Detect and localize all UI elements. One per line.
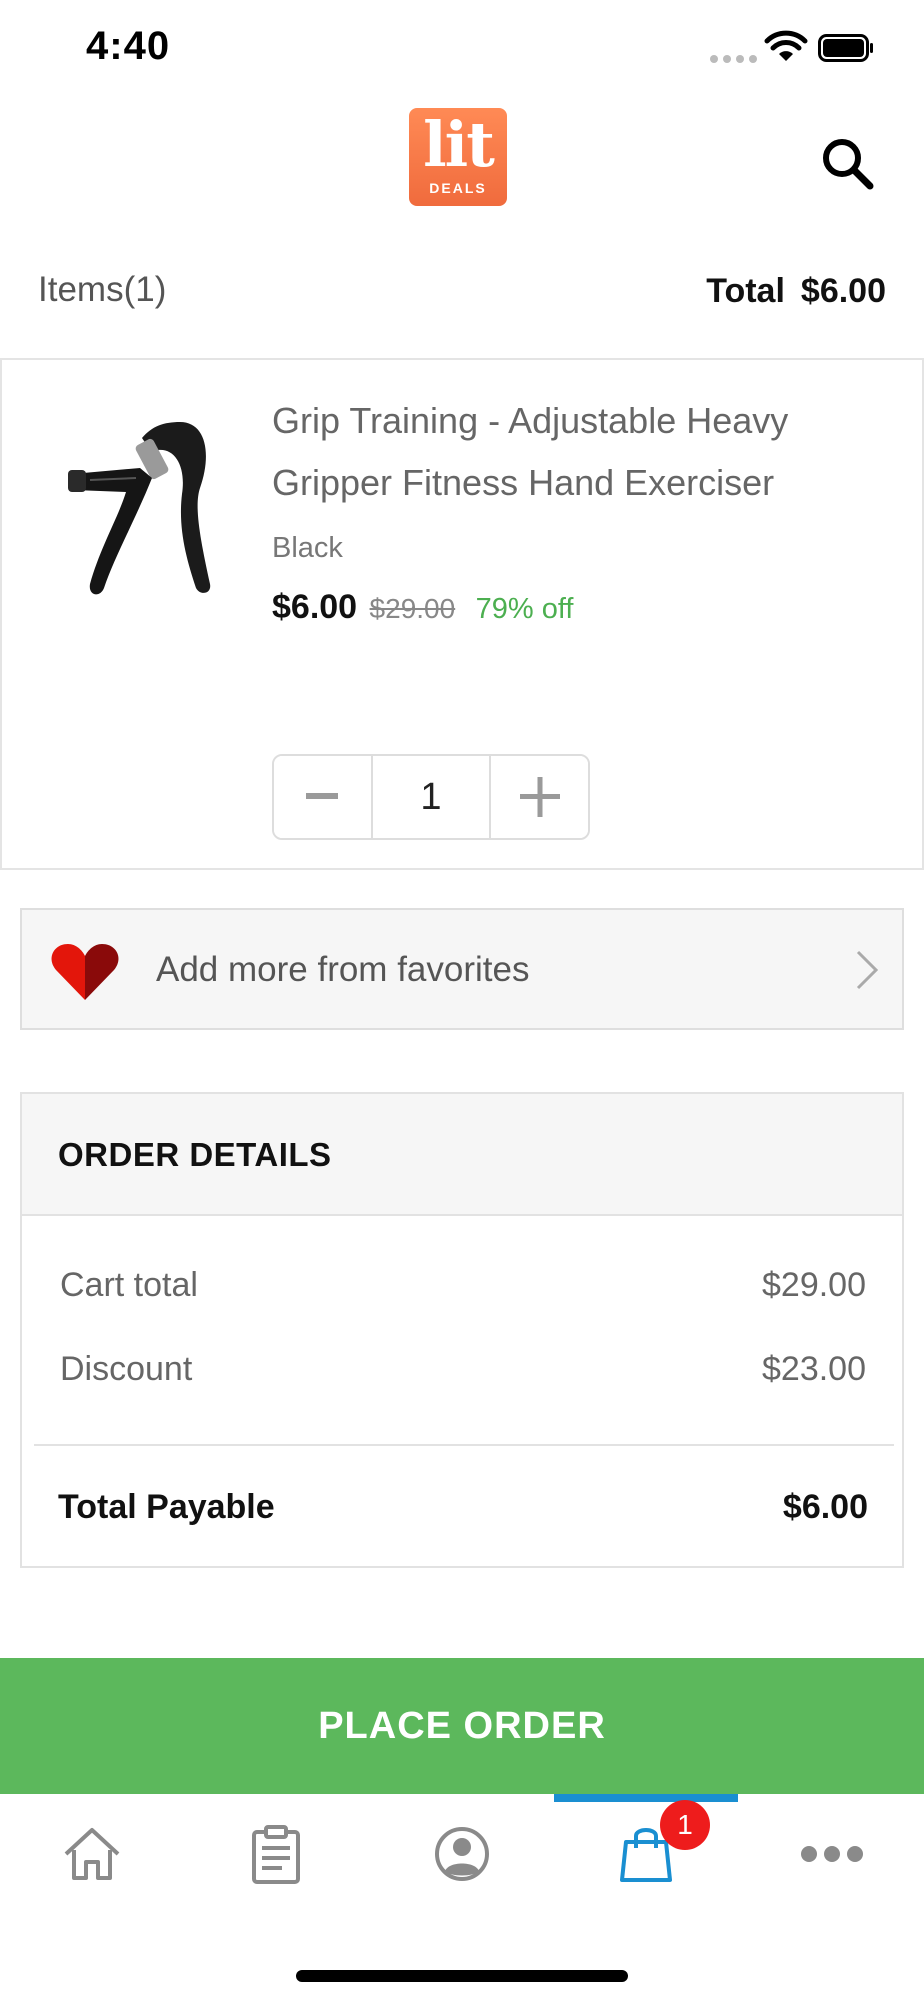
home-indicator (296, 1970, 628, 1982)
quantity-value: 1 (370, 756, 492, 838)
cellular-signal-icon (710, 55, 758, 63)
tab-orders[interactable] (184, 1794, 368, 1924)
total-payable-row: Total Payable $6.00 (58, 1488, 868, 1527)
order-details-header: ORDER DETAILS (22, 1094, 902, 1216)
cart-total-summary: Total $6.00 (706, 272, 886, 311)
product-image[interactable] (60, 408, 220, 608)
search-icon[interactable] (818, 134, 878, 194)
order-details-title: ORDER DETAILS (58, 1136, 332, 1173)
items-count: Items(1) (38, 270, 167, 309)
total-payable-label: Total Payable (58, 1488, 275, 1526)
minus-icon (306, 793, 339, 799)
total-value: $6.00 (800, 272, 886, 310)
tab-cart[interactable] (554, 1794, 738, 1924)
discount-percent: 79% off (475, 593, 574, 625)
tab-profile[interactable] (370, 1794, 554, 1924)
wifi-icon (764, 30, 808, 61)
status-time: 4:40 (86, 24, 171, 68)
tab-home[interactable] (0, 1794, 184, 1924)
more-icon (801, 1846, 863, 1862)
quantity-stepper: 1 (272, 754, 590, 840)
cart-item-card: Grip Training - Adjustable Heavy Gripper… (0, 358, 924, 870)
order-details-panel: ORDER DETAILS Cart total $29.00 Discount… (20, 1092, 904, 1568)
total-label: Total (706, 272, 785, 310)
product-name[interactable]: Grip Training - Adjustable Heavy Gripper… (272, 390, 872, 514)
decrease-quantity-button[interactable] (274, 756, 371, 838)
divider (34, 1444, 894, 1446)
logo-text: lit (423, 108, 495, 181)
status-bar: 4:40 (0, 0, 924, 100)
favorites-label: Add more from favorites (156, 950, 530, 989)
increase-quantity-button[interactable] (491, 756, 588, 838)
discount-row: Discount $23.00 (60, 1350, 866, 1389)
lit-deals-logo[interactable]: lit DEALS (409, 108, 507, 206)
chevron-right-icon (856, 950, 879, 990)
product-variant: Black (272, 532, 343, 564)
current-price: $6.00 (272, 588, 358, 626)
cart-total-label: Cart total (60, 1266, 198, 1304)
plus-icon (519, 777, 560, 817)
price-row: $6.00 $29.00 79% off (272, 588, 573, 627)
tab-more[interactable] (738, 1794, 922, 1924)
logo-subtext: DEALS (429, 180, 487, 196)
original-price: $29.00 (369, 593, 456, 624)
add-from-favorites-button[interactable]: Add more from favorites (20, 908, 904, 1030)
total-payable-value: $6.00 (782, 1488, 868, 1526)
battery-icon (818, 34, 873, 62)
orders-icon (252, 1825, 300, 1884)
cart-total-value: $29.00 (762, 1266, 866, 1304)
cart-badge: 1 (660, 1800, 710, 1850)
place-order-button[interactable]: PLACE ORDER (0, 1658, 924, 1794)
home-icon (64, 1828, 120, 1880)
discount-label: Discount (60, 1350, 193, 1388)
discount-value: $23.00 (762, 1350, 866, 1388)
heart-icon (51, 944, 119, 1000)
profile-icon (435, 1827, 489, 1881)
cart-total-row: Cart total $29.00 (60, 1266, 866, 1305)
